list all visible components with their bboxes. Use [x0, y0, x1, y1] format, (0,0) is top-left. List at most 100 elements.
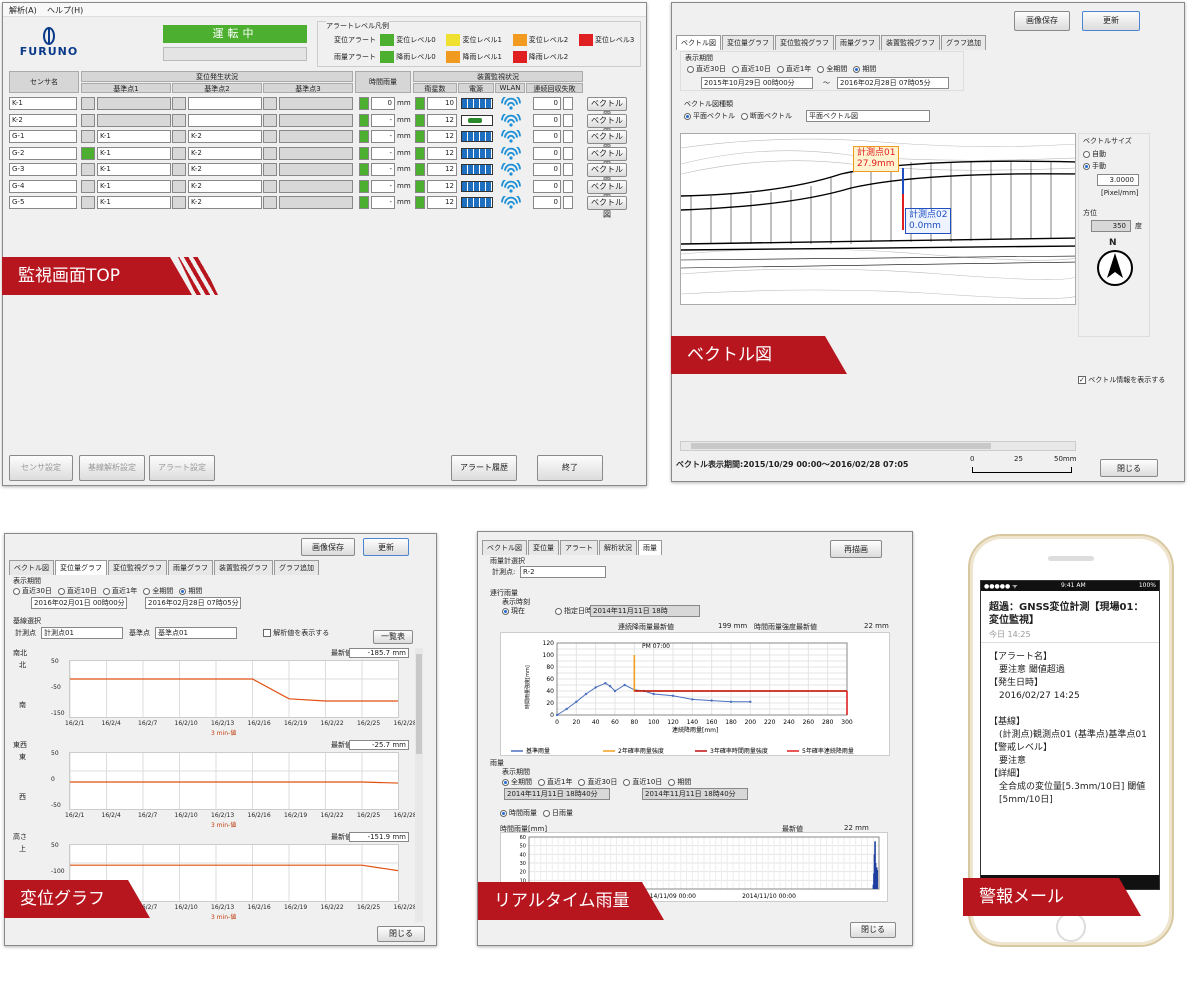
ref-point-field[interactable]	[279, 146, 353, 160]
radio-option[interactable]: 全期間	[817, 65, 847, 73]
radio-option[interactable]: 直近30日	[578, 778, 617, 786]
radio-option[interactable]: 期間	[853, 65, 876, 73]
radio-icon[interactable]	[741, 112, 748, 120]
radio-option[interactable]: 直近1年	[102, 587, 137, 595]
ref-point-field[interactable]	[188, 113, 262, 127]
tab-add[interactable]: グラフ追加	[274, 560, 319, 575]
radio-icon[interactable]	[817, 65, 825, 73]
tab-device[interactable]: 装置監視グラフ	[881, 35, 940, 50]
radio-option[interactable]: 期間	[179, 587, 202, 595]
checkbox-icon[interactable]	[263, 629, 271, 637]
ref-point-field[interactable]	[279, 196, 353, 209]
ref-point-field[interactable]	[279, 113, 353, 127]
ref-point-field[interactable]: K-1	[97, 146, 171, 160]
radio-icon[interactable]	[668, 778, 676, 786]
vector-button[interactable]: ベクトル図	[587, 146, 627, 170]
period-to[interactable]: 2016年02月28日 07時05分	[145, 597, 241, 609]
map-hscroll[interactable]	[680, 441, 1076, 451]
ref-point-field[interactable]: K-2	[188, 146, 262, 160]
menu-help[interactable]: ヘルプ(H)	[47, 5, 83, 16]
vector-button[interactable]: ベクトル図	[587, 97, 627, 120]
radio-icon[interactable]	[684, 112, 691, 120]
radio-option[interactable]: 全期間	[502, 778, 532, 786]
radio-icon[interactable]	[57, 587, 65, 595]
radio-option[interactable]: 全期間	[143, 587, 173, 595]
ref-point-field[interactable]: K-2	[188, 196, 262, 209]
radio-icon[interactable]	[143, 587, 151, 595]
ref-point-field[interactable]	[279, 179, 353, 193]
radio-icon[interactable]	[500, 809, 507, 817]
tab-vector[interactable]: ベクトル図	[676, 35, 721, 50]
ref-point-field[interactable]	[188, 97, 262, 110]
spec-time[interactable]: 2014年11月11日 18時	[590, 605, 700, 617]
radio-option[interactable]: 平面ベクトル	[684, 112, 735, 120]
radio-option[interactable]: 現在	[502, 607, 525, 615]
close-button[interactable]: 閉じる	[850, 922, 896, 938]
gauge-select[interactable]: R-2	[520, 566, 606, 578]
radio-icon[interactable]	[102, 587, 110, 595]
tab-rain[interactable]: 雨量グラフ	[835, 35, 880, 50]
scroll-thumb[interactable]	[691, 443, 991, 449]
vector-button[interactable]: ベクトル図	[587, 130, 627, 153]
radio-icon[interactable]	[538, 778, 545, 786]
list-button[interactable]: 一覧表	[373, 630, 413, 644]
ref-point-field[interactable]	[279, 97, 353, 110]
radio-option[interactable]: 期間	[668, 778, 691, 786]
radio-icon[interactable]	[853, 65, 861, 73]
vector-type-select[interactable]: 平面ベクトル図	[806, 110, 930, 122]
radio-icon[interactable]	[623, 778, 631, 786]
ref-point-field[interactable]	[97, 97, 171, 110]
radio-icon[interactable]	[578, 778, 586, 786]
ref-point-field[interactable]: K-1	[97, 163, 171, 176]
radio-icon[interactable]	[731, 65, 739, 73]
redraw-button[interactable]: 再描画	[830, 540, 882, 558]
direction-value[interactable]: 350	[1091, 220, 1131, 232]
exit-button[interactable]: 終了	[537, 455, 603, 481]
vector-button[interactable]: ベクトル図	[587, 179, 627, 203]
scroll-thumb[interactable]	[416, 654, 422, 754]
close-button[interactable]: 閉じる	[377, 926, 425, 942]
radio-option[interactable]: 日雨量	[543, 809, 573, 817]
vector-button[interactable]: ベクトル図	[587, 163, 627, 186]
radio-option[interactable]: 直近1年	[538, 778, 572, 786]
ref-point-field[interactable]: K-2	[188, 130, 262, 143]
tab-disp-monitor[interactable]: 変位監視グラフ	[775, 35, 834, 50]
ref-point-field[interactable]	[279, 163, 353, 176]
radio-option[interactable]: 直近10日	[57, 587, 97, 595]
tab-add[interactable]: グラフ追加	[941, 35, 986, 50]
radio-option[interactable]: 断面ベクトル	[741, 112, 792, 120]
radio-icon[interactable]	[502, 778, 509, 786]
radio-icon[interactable]	[502, 607, 509, 615]
ref-point-field[interactable]	[279, 130, 353, 143]
radio-icon[interactable]	[1083, 162, 1090, 170]
menu-analysis[interactable]: 解析(A)	[9, 5, 37, 16]
size-value[interactable]: 3.0000	[1097, 174, 1139, 186]
tab-alert[interactable]: アラート	[560, 540, 598, 555]
tab-vector[interactable]: ベクトル図	[482, 540, 527, 555]
save-image-button[interactable]: 画像保存	[1014, 11, 1070, 31]
sensor-settings-button[interactable]: センサ設定	[9, 455, 73, 481]
tab-rain[interactable]: 雨量グラフ	[168, 560, 213, 575]
refresh-button[interactable]: 更新	[363, 538, 409, 556]
radio-option[interactable]: 直近30日	[687, 65, 726, 73]
radio-icon[interactable]	[543, 809, 550, 817]
radio-option[interactable]: 指定日時	[555, 607, 592, 615]
refresh-button[interactable]: 更新	[1082, 11, 1140, 31]
period-from[interactable]: 2015年10月29日 00時00分	[701, 77, 813, 89]
tab-vector[interactable]: ベクトル図	[9, 560, 54, 575]
ref-point-field[interactable]	[97, 113, 171, 127]
home-button[interactable]	[1056, 912, 1086, 942]
tab-rain[interactable]: 雨量	[638, 540, 662, 555]
period-to[interactable]: 2016年02月28日 07時05分	[837, 77, 949, 89]
radio-icon[interactable]	[555, 607, 562, 615]
vector-button[interactable]: ベクトル図	[587, 196, 627, 219]
radio-option[interactable]: 直近1年	[776, 65, 811, 73]
period-from[interactable]: 2016年02月01日 00時00分	[31, 597, 127, 609]
tab-disp-monitor[interactable]: 変位監視グラフ	[108, 560, 167, 575]
vector-button[interactable]: ベクトル図	[587, 113, 627, 137]
radio-option[interactable]: 自動	[1083, 148, 1106, 160]
checkbox-icon[interactable]: ✓	[1078, 376, 1086, 384]
point-select[interactable]: 計測点01	[41, 627, 123, 639]
ref-point-field[interactable]: K-1	[97, 130, 171, 143]
baseline-settings-button[interactable]: 基線解析設定	[79, 455, 145, 481]
